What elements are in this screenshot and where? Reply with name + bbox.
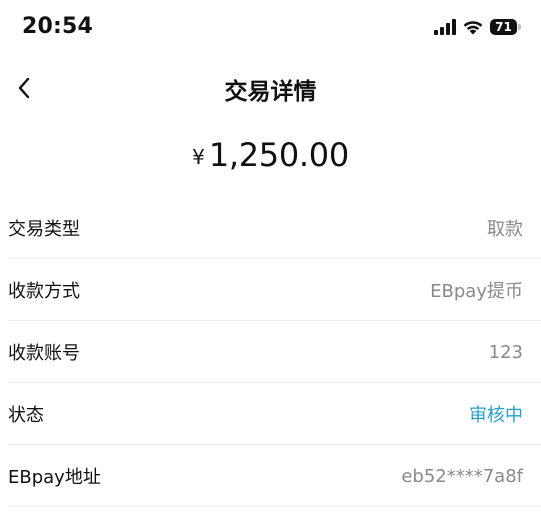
amount-currency: ¥ bbox=[192, 145, 205, 169]
detail-value: eb52****7a8f bbox=[401, 465, 523, 487]
status-icons: 71 bbox=[434, 16, 521, 38]
detail-row-address: EBpay地址 eb52****7a8f bbox=[0, 445, 541, 507]
amount-value: 1,250.00 bbox=[208, 136, 349, 174]
status-badge: 审核中 bbox=[469, 405, 523, 426]
detail-label: 交易类型 bbox=[8, 219, 80, 240]
wifi-icon bbox=[462, 19, 484, 35]
detail-list: 交易类型 取款 收款方式 EBpay提币 收款账号 123 状态 审核中 EBp… bbox=[0, 197, 541, 507]
status-bar: 20:54 71 bbox=[0, 0, 541, 56]
battery-icon: 71 bbox=[490, 18, 521, 36]
detail-value: 123 bbox=[488, 341, 523, 363]
page-title: 交易详情 bbox=[224, 79, 317, 105]
detail-label: EBpay地址 bbox=[8, 467, 101, 488]
detail-label: 收款方式 bbox=[8, 281, 80, 302]
transaction-amount: ¥1,250.00 bbox=[0, 136, 541, 186]
battery-level: 71 bbox=[490, 19, 517, 35]
detail-row-method: 收款方式 EBpay提币 bbox=[0, 259, 541, 321]
detail-label: 状态 bbox=[8, 405, 44, 426]
detail-label: 收款账号 bbox=[8, 343, 80, 364]
cellular-signal-icon bbox=[434, 19, 456, 35]
detail-row-type: 交易类型 取款 bbox=[0, 197, 541, 259]
detail-value: EBpay提币 bbox=[430, 281, 523, 302]
detail-row-account: 收款账号 123 bbox=[0, 321, 541, 383]
detail-value: 取款 bbox=[487, 219, 523, 240]
status-time: 20:54 bbox=[22, 14, 94, 39]
detail-row-status: 状态 审核中 bbox=[0, 383, 541, 445]
transaction-detail-screen: 20:54 71 交易详情 ¥ 1,250.00 交易类型 取款 收款方式 EB… bbox=[0, 0, 541, 524]
nav-bar: 交易详情 bbox=[0, 64, 541, 112]
battery-cap bbox=[518, 24, 521, 30]
